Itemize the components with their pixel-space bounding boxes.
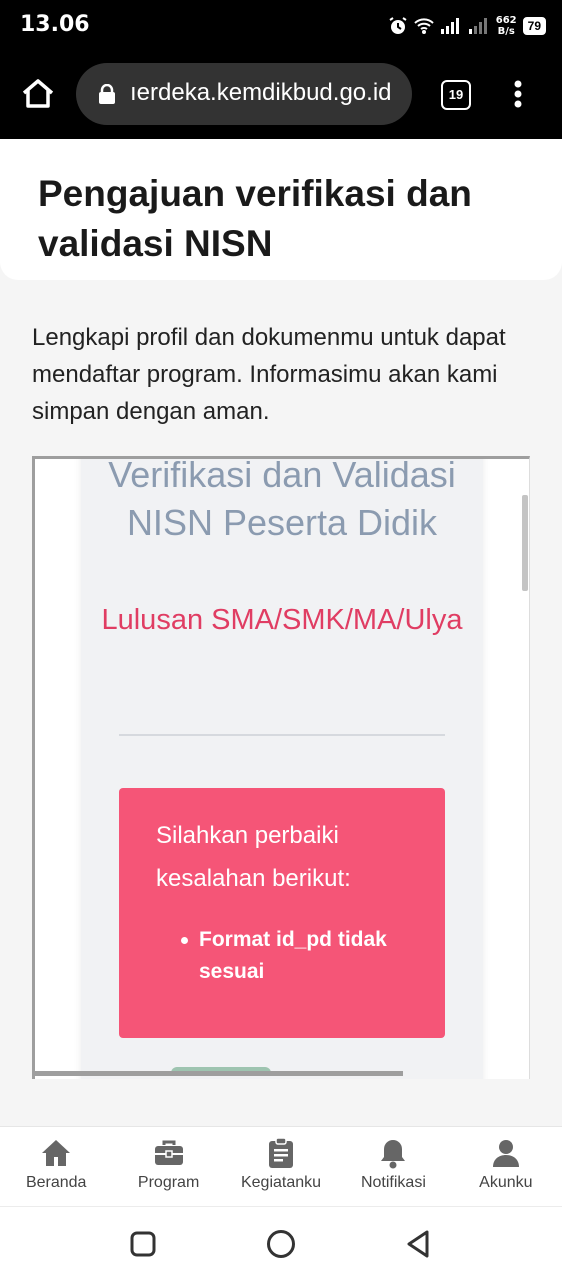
form-title: Verifikasi dan Validasi NISN Peserta Did… (108, 456, 456, 543)
nav-item-kegiatanku[interactable]: Kegiatanku (225, 1127, 337, 1207)
alarm-icon (389, 17, 407, 34)
address-bar[interactable]: ıerdeka.kemdikbud.go.id (76, 63, 412, 125)
bottom-navigation: Beranda Program Kegiatanku Notifikasi Ak… (0, 1126, 562, 1207)
system-navigation (0, 1206, 562, 1281)
nav-label-kegiatanku: Kegiatanku (240, 1174, 322, 1191)
page-title: Pengajuan verifikasi dan validasi NISN (38, 173, 472, 264)
nav-item-akunku[interactable]: Akunku (450, 1127, 562, 1207)
network-speed: 662 B/s (496, 15, 517, 37)
tab-switcher-button[interactable]: 19 (441, 80, 471, 110)
back-icon[interactable] (402, 1227, 436, 1261)
network-speed-unit: B/s (497, 26, 515, 37)
vertical-scrollbar[interactable] (522, 495, 528, 591)
network-speed-value: 662 (495, 15, 517, 26)
recents-icon[interactable] (126, 1227, 160, 1261)
page-header: Pengajuan verifikasi dan validasi NISN (0, 139, 562, 280)
status-bar: 13.06 662 B/s 79 (0, 0, 562, 52)
embedded-form-frame[interactable]: Verifikasi dan Validasi NISN Peserta Did… (32, 456, 530, 1079)
nav-label-program: Program (137, 1174, 200, 1191)
browser-home-icon[interactable] (20, 76, 56, 112)
person-icon (492, 1140, 519, 1167)
status-time: 13.06 (20, 12, 90, 37)
error-item: Format id_pd tidak sesuai (199, 928, 387, 983)
signal-weak-icon (468, 18, 487, 34)
home-icon (42, 1140, 71, 1166)
wifi-icon (414, 18, 434, 34)
nav-item-program[interactable]: Program (112, 1127, 224, 1207)
nav-label-akunku: Akunku (479, 1174, 533, 1191)
nav-label-notifikasi: Notifikasi (360, 1174, 426, 1191)
divider (119, 734, 445, 736)
bullet-icon (181, 937, 188, 944)
nav-label-beranda: Beranda (25, 1174, 87, 1191)
nav-item-notifikasi[interactable]: Notifikasi (337, 1127, 449, 1207)
error-alert: Silahkan perbaiki kesalahan berikut: For… (119, 788, 445, 1038)
more-menu-icon[interactable] (506, 76, 530, 112)
horizontal-scrollbar[interactable] (35, 1071, 403, 1076)
battery-indicator: 79 (522, 17, 546, 35)
lock-icon (99, 84, 115, 104)
error-message: Silahkan perbaiki kesalahan berikut: (156, 822, 351, 892)
clipboard-icon (269, 1137, 294, 1168)
nav-item-beranda[interactable]: Beranda (0, 1127, 112, 1207)
verification-form: Verifikasi dan Validasi NISN Peserta Did… (81, 456, 483, 1079)
signal-icon (440, 18, 459, 34)
browser-toolbar: ıerdeka.kemdikbud.go.id 19 (0, 52, 562, 139)
briefcase-icon (154, 1140, 183, 1165)
form-subtitle: Lulusan SMA/SMK/MA/Ulya (101, 604, 463, 636)
url-text: ıerdeka.kemdikbud.go.id (130, 79, 392, 106)
bell-icon (381, 1140, 406, 1169)
intro-text: Lengkapi profil dan dokumenmu untuk dapa… (32, 324, 506, 425)
status-icons: 662 B/s 79 (388, 12, 546, 40)
home-circle-icon[interactable] (264, 1227, 298, 1261)
